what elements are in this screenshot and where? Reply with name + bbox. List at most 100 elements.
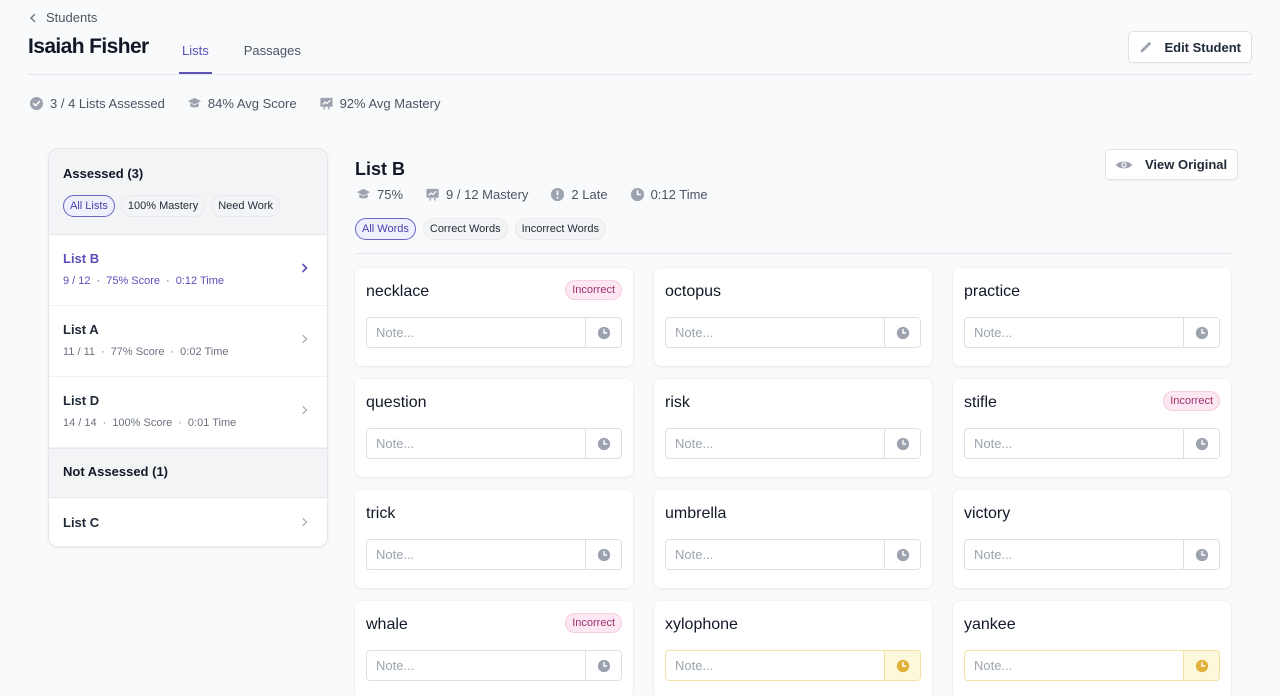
note-field-group <box>665 317 921 348</box>
separator: · <box>170 346 175 358</box>
word-text: risk <box>665 394 690 411</box>
mark-late-button[interactable] <box>1183 540 1219 569</box>
word-grid: necklace Incorrect octopus practice ques… <box>355 268 1231 696</box>
note-field-group <box>366 317 622 348</box>
note-input[interactable] <box>666 429 884 458</box>
back-to-students-link[interactable]: Students <box>28 10 97 25</box>
clock-icon <box>896 326 909 339</box>
list-item-time: 0:02 Time <box>180 346 229 358</box>
lists-sidebar: Assessed (3) All Lists 100% Mastery Need… <box>48 148 328 547</box>
eye-icon <box>1116 161 1132 168</box>
list-item-words: 11 / 11 <box>63 346 96 358</box>
graduation-cap-icon <box>356 188 371 199</box>
edit-student-button[interactable]: Edit Student <box>1128 31 1252 63</box>
mark-late-button[interactable] <box>884 318 920 347</box>
tab-lists[interactable]: Lists <box>179 34 212 74</box>
mark-late-button[interactable] <box>585 651 621 680</box>
word-filters: All Words Correct Words Incorrect Words <box>355 218 607 240</box>
note-field-group <box>964 317 1220 348</box>
not-assessed-title: Not Assessed (1) <box>63 464 168 479</box>
mark-late-button[interactable] <box>1183 429 1219 458</box>
note-input[interactable] <box>965 318 1183 347</box>
note-input[interactable] <box>666 318 884 347</box>
note-input[interactable] <box>666 540 884 569</box>
word-text: xylophone <box>665 616 738 633</box>
separator: · <box>102 417 107 429</box>
clock-icon <box>1195 659 1208 672</box>
not-assessed-section-header: Not Assessed (1) <box>49 448 327 498</box>
word-text: victory <box>964 505 1011 522</box>
filter-incorrect-words[interactable]: Incorrect Words <box>514 218 607 240</box>
note-input[interactable] <box>965 651 1183 680</box>
list-item-time: 0:01 Time <box>187 417 237 429</box>
selected-list-title: List B <box>355 159 406 179</box>
note-input[interactable] <box>367 651 585 680</box>
list-item[interactable]: List A 11 / 11 · 77% Score · 0:02 Time <box>49 306 327 377</box>
list-filters: All Lists 100% Mastery Need Work <box>63 195 313 217</box>
list-item-time: 0:12 Time <box>175 275 224 287</box>
pencil-icon <box>1140 41 1152 53</box>
word-card: xylophone <box>654 601 932 696</box>
separator: · <box>101 346 105 358</box>
chevron-left-icon <box>30 13 36 22</box>
mark-late-button[interactable] <box>884 540 920 569</box>
exclamation-circle-icon <box>551 187 565 202</box>
stat-late: 2 Late <box>550 187 608 202</box>
mark-late-button[interactable] <box>585 540 621 569</box>
clock-icon <box>1195 548 1208 561</box>
word-card: octopus <box>654 268 932 366</box>
note-input[interactable] <box>367 429 585 458</box>
view-original-button[interactable]: View Original <box>1105 149 1239 180</box>
filter-need-work[interactable]: Need Work <box>211 195 281 217</box>
edit-student-label: Edit Student <box>1164 39 1241 55</box>
note-input[interactable] <box>367 540 585 569</box>
note-input[interactable] <box>965 429 1183 458</box>
assessed-lists: List B 9 / 12 · 75% Score · 0:12 Time Li… <box>49 235 327 448</box>
mark-late-button[interactable] <box>884 429 920 458</box>
list-item[interactable]: List D 14 / 14 · 100% Score · 0:01 Time <box>49 377 327 448</box>
filter-all-words[interactable]: All Words <box>355 218 416 240</box>
filter-correct-words[interactable]: Correct Words <box>422 218 508 240</box>
presentation-chart-icon <box>426 188 439 201</box>
word-text: practice <box>964 283 1021 300</box>
note-field-group <box>964 428 1220 459</box>
list-item[interactable]: List B 9 / 12 · 75% Score · 0:12 Time <box>49 235 327 306</box>
stat-mastery: 9 / 12 Mastery <box>425 187 528 202</box>
back-label: Students <box>46 10 98 25</box>
note-field-group <box>366 428 622 459</box>
note-field-group <box>366 650 622 681</box>
list-item-title: List D <box>63 393 100 408</box>
list-item-score: 75% Score <box>106 275 161 287</box>
separator: · <box>96 275 101 287</box>
mark-late-button[interactable] <box>585 318 621 347</box>
tab-passages[interactable]: Passages <box>241 34 304 73</box>
word-card: stifle Incorrect <box>953 379 1231 477</box>
mark-late-button[interactable] <box>884 651 920 680</box>
note-field-group <box>366 539 622 570</box>
mark-late-button[interactable] <box>585 429 621 458</box>
list-item-title: List C <box>63 515 100 530</box>
stat-score: 75% <box>356 187 403 202</box>
mark-late-button[interactable] <box>1183 318 1219 347</box>
word-card: victory <box>953 490 1231 588</box>
clock-icon <box>597 548 610 561</box>
word-card: practice <box>953 268 1231 366</box>
note-input[interactable] <box>666 651 884 680</box>
filter-all-lists[interactable]: All Lists <box>63 195 115 217</box>
clock-icon <box>896 659 909 672</box>
word-card: necklace Incorrect <box>355 268 633 366</box>
mark-late-button[interactable] <box>1183 651 1219 680</box>
note-field-group <box>665 650 921 681</box>
note-input[interactable] <box>367 318 585 347</box>
word-card: trick <box>355 490 633 588</box>
word-text: trick <box>366 505 396 522</box>
word-text: umbrella <box>665 505 727 522</box>
chevron-right-icon <box>302 405 308 415</box>
assessed-section-header: Assessed (3) All Lists 100% Mastery Need… <box>49 149 327 235</box>
note-input[interactable] <box>965 540 1183 569</box>
word-text: question <box>366 394 427 411</box>
list-item[interactable]: List C <box>49 498 327 546</box>
stat-time: 0:12 Time <box>630 187 708 202</box>
filter-100-mastery[interactable]: 100% Mastery <box>120 195 206 217</box>
list-item-words: 14 / 14 <box>63 417 97 429</box>
